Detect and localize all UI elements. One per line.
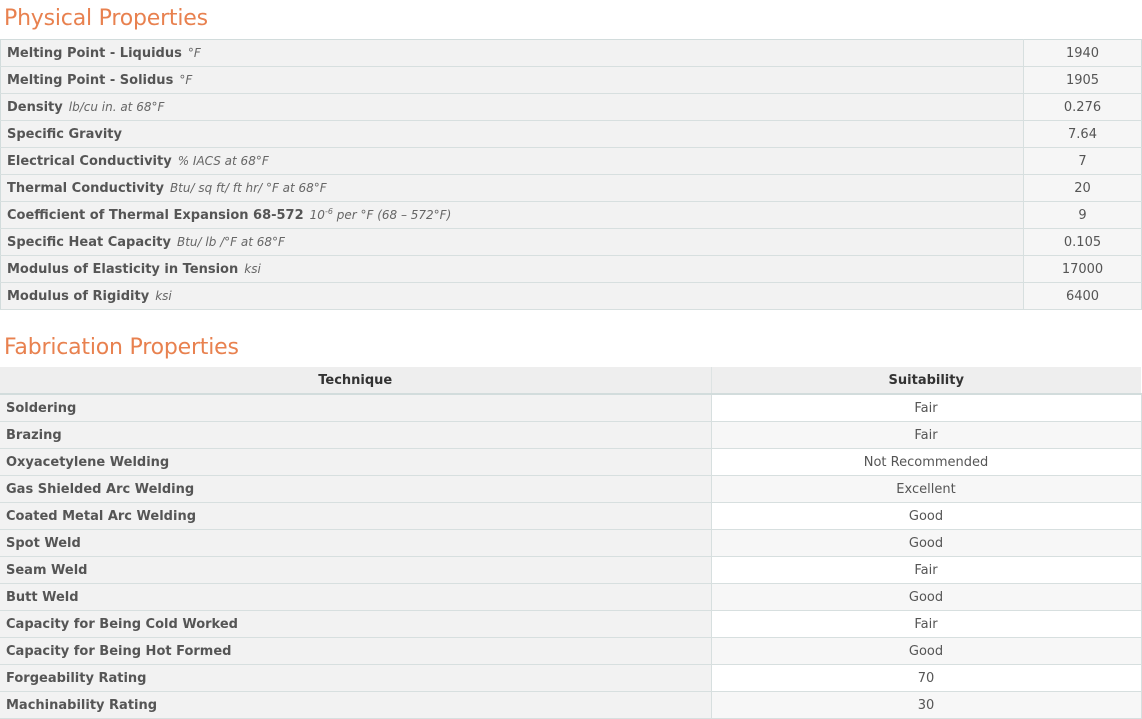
technique-cell: Spot Weld — [0, 529, 711, 557]
table-row: Spot Weld Good — [0, 529, 1142, 557]
table-row: Machinability Rating 30 — [0, 691, 1142, 719]
unit-suffix: per °F (68 – 572°F) — [332, 207, 452, 222]
technique-cell: Butt Weld — [0, 583, 711, 611]
property-name: Melting Point - Solidus — [7, 72, 174, 88]
property-unit: 10-6 per °F (68 – 572°F) — [309, 206, 452, 222]
property-unit: lb/cu in. at 68°F — [68, 99, 165, 114]
suitability-cell: Good — [710, 502, 1142, 530]
property-name: Modulus of Rigidity — [7, 288, 150, 304]
technique-cell: Gas Shielded Arc Welding — [0, 475, 711, 503]
property-name: Modulus of Elasticity in Tension — [7, 261, 239, 277]
suitability-cell: Fair — [710, 394, 1142, 422]
table-row: Seam Weld Fair — [0, 556, 1142, 584]
suitability-cell: 30 — [710, 691, 1142, 719]
technique-cell: Coated Metal Arc Welding — [0, 502, 711, 530]
property-value: 0.105 — [1023, 228, 1142, 256]
physical-properties-title: Physical Properties — [4, 6, 208, 31]
unit-exponent: -6 — [324, 206, 333, 216]
property-label: Specific Heat Capacity Btu/ lb /°F at 68°… — [0, 228, 1024, 256]
technique-cell: Capacity for Being Hot Formed — [0, 637, 711, 665]
table-row: Melting Point - Liquidus °F 1940 — [0, 39, 1142, 67]
property-value: 0.276 — [1023, 93, 1142, 121]
property-label: Electrical Conductivity % IACS at 68°F — [0, 147, 1024, 175]
table-row: Density lb/cu in. at 68°F 0.276 — [0, 93, 1142, 121]
technique-cell: Seam Weld — [0, 556, 711, 584]
table-row: Modulus of Elasticity in Tension ksi 1700… — [0, 255, 1142, 283]
unit-base: 10 — [309, 207, 325, 222]
property-label: Melting Point - Solidus °F — [0, 66, 1024, 94]
suitability-cell: Good — [710, 637, 1142, 665]
technique-cell: Machinability Rating — [0, 691, 711, 719]
property-label: Coefficient of Thermal Expansion 68-572 1… — [0, 201, 1024, 229]
table-header-row: Technique Suitability — [0, 367, 1141, 395]
property-name: Specific Heat Capacity — [7, 234, 171, 250]
table-row: Thermal Conductivity Btu/ sq ft/ ft hr/ °… — [0, 174, 1142, 202]
property-label: Specific Gravity — [0, 120, 1024, 148]
property-value: 6400 — [1023, 282, 1142, 310]
suitability-cell: Fair — [710, 556, 1142, 584]
property-name: Coefficient of Thermal Expansion 68-572 — [7, 207, 304, 223]
property-label: Density lb/cu in. at 68°F — [0, 93, 1024, 121]
technique-cell: Capacity for Being Cold Worked — [0, 610, 711, 638]
property-unit: °F — [187, 45, 201, 60]
table-row: Soldering Fair — [0, 394, 1142, 422]
suitability-cell: Excellent — [710, 475, 1142, 503]
fabrication-properties-title: Fabrication Properties — [4, 335, 239, 360]
property-value: 9 — [1023, 201, 1142, 229]
property-value: 1940 — [1023, 39, 1142, 67]
table-row: Gas Shielded Arc Welding Excellent — [0, 475, 1142, 503]
property-name: Specific Gravity — [7, 126, 122, 142]
suitability-cell: Fair — [710, 421, 1142, 449]
property-label: Melting Point - Liquidus °F — [0, 39, 1024, 67]
technique-cell: Soldering — [0, 394, 711, 422]
table-row: Specific Gravity 7.64 — [0, 120, 1142, 148]
property-value: 7.64 — [1023, 120, 1142, 148]
property-name: Thermal Conductivity — [7, 180, 164, 196]
property-name: Melting Point - Liquidus — [7, 45, 182, 61]
property-unit: % IACS at 68°F — [177, 153, 269, 168]
property-unit: Btu/ sq ft/ ft hr/ °F at 68°F — [169, 180, 327, 195]
table-row: Modulus of Rigidity ksi 6400 — [0, 282, 1142, 310]
table-row: Forgeability Rating 70 — [0, 664, 1142, 692]
table-row: Capacity for Being Hot Formed Good — [0, 637, 1142, 665]
suitability-cell: Good — [710, 583, 1142, 611]
technique-cell: Forgeability Rating — [0, 664, 711, 692]
column-header-technique: Technique — [0, 367, 711, 395]
fabrication-properties-table: Technique Suitability Soldering Fair Bra… — [0, 367, 1142, 719]
column-header-suitability: Suitability — [710, 367, 1141, 395]
table-row: Melting Point - Solidus °F 1905 — [0, 66, 1142, 94]
suitability-cell: Fair — [710, 610, 1142, 638]
table-row: Butt Weld Good — [0, 583, 1142, 611]
technique-cell: Oxyacetylene Welding — [0, 448, 711, 476]
property-unit: ksi — [244, 261, 261, 276]
property-label: Thermal Conductivity Btu/ sq ft/ ft hr/ °… — [0, 174, 1024, 202]
technique-cell: Brazing — [0, 421, 711, 449]
property-value: 7 — [1023, 147, 1142, 175]
physical-properties-table: Melting Point - Liquidus °F 1940 Melting … — [0, 39, 1142, 310]
table-row: Electrical Conductivity % IACS at 68°F 7 — [0, 147, 1142, 175]
table-row: Coefficient of Thermal Expansion 68-572 1… — [0, 201, 1142, 229]
table-row: Oxyacetylene Welding Not Recommended — [0, 448, 1142, 476]
suitability-cell: Not Recommended — [710, 448, 1142, 476]
property-unit: ksi — [155, 288, 172, 303]
property-unit: °F — [179, 72, 193, 87]
table-row: Brazing Fair — [0, 421, 1142, 449]
property-value: 17000 — [1023, 255, 1142, 283]
table-row: Specific Heat Capacity Btu/ lb /°F at 68°… — [0, 228, 1142, 256]
table-row: Coated Metal Arc Welding Good — [0, 502, 1142, 530]
table-row: Capacity for Being Cold Worked Fair — [0, 610, 1142, 638]
suitability-cell: Good — [710, 529, 1142, 557]
property-unit: Btu/ lb /°F at 68°F — [176, 234, 285, 249]
property-name: Density — [7, 99, 63, 115]
property-label: Modulus of Elasticity in Tension ksi — [0, 255, 1024, 283]
suitability-cell: 70 — [710, 664, 1142, 692]
property-value: 20 — [1023, 174, 1142, 202]
property-value: 1905 — [1023, 66, 1142, 94]
property-label: Modulus of Rigidity ksi — [0, 282, 1024, 310]
property-name: Electrical Conductivity — [7, 153, 172, 169]
